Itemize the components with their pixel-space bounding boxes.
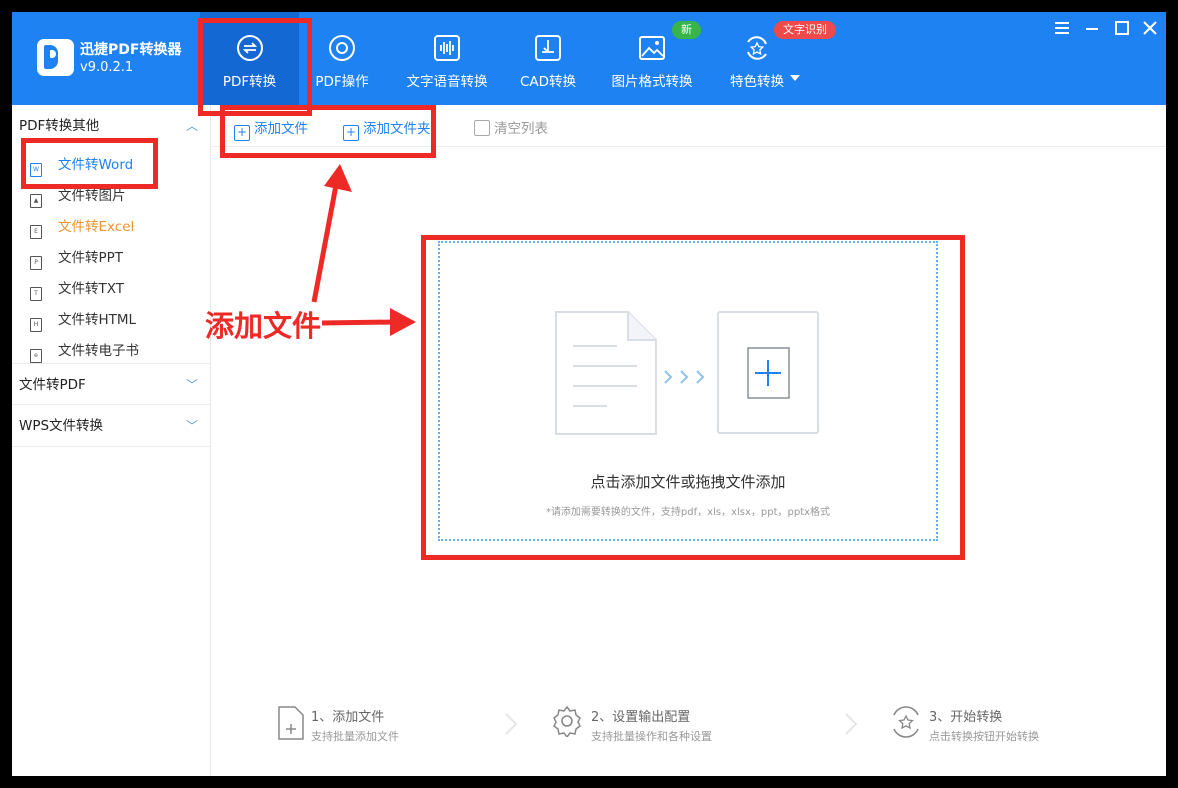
sidebar-group-label: PDF转换其他 [19,118,100,134]
step-2-subtitle: 支持批量操作和各种设置 [591,730,712,743]
step-3-subtitle: 点击转换按钮开始转换 [929,730,1039,743]
txt-file-icon: T [30,287,42,301]
nav-tab-label: 文字语音转换 [406,74,488,90]
clear-list-label: 清空列表 [494,121,548,137]
sidebar-item-to-html[interactable]: H 文件转HTML [30,308,136,332]
app-version: v9.0.2.1 [80,60,134,75]
new-badge: 新 [672,21,701,39]
excel-file-icon: E [30,225,42,239]
top-navigation-bar: 迅捷PDF转换器 v9.0.2.1 PDF转换 PDF操作 文字语音转换 CAD… [12,12,1166,105]
chevron-right-icon [845,713,858,735]
cad-icon [535,35,561,61]
word-file-icon: W [30,163,42,177]
nav-tab-label: PDF转换 [222,74,277,90]
html-file-icon: H [30,318,42,332]
trash-icon [474,120,490,136]
star-refresh-icon [893,706,919,738]
close-icon[interactable] [1140,18,1160,38]
toolbar: + 添加文件 + 添加文件夹 清空列表 [212,105,1166,147]
sidebar: PDF转换其他 ︿ W 文件转Word ▲ 文件转图片 E 文件转Excel P 文件转… [12,105,211,776]
star-refresh-icon [747,36,767,60]
waveform-icon [434,35,460,61]
sidebar-item-to-ppt[interactable]: P 文件转PPT [30,246,123,270]
sidebar-group-to-pdf[interactable]: 文件转PDF ﹀ [12,363,211,405]
nav-tab-cad[interactable]: CAD转换 [512,12,584,105]
add-file-label: 添加文件 [254,121,308,137]
step-1-title: 1、添加文件 [311,710,385,725]
sidebar-item-label: 文件转PPT [58,250,124,266]
step-2-title: 2、设置输出配置 [591,710,691,725]
menu-icon[interactable] [1052,18,1072,38]
image-icon [639,36,665,60]
nav-tab-pdf-operations[interactable]: PDF操作 [302,12,382,105]
sidebar-item-label: 文件转Excel [58,219,135,235]
sidebar-group-label: WPS文件转换 [19,418,104,434]
ocr-badge: 文字识别 [774,21,836,39]
document-to-add-illustration-icon [555,311,819,435]
drop-zone-subtitle: *请添加需要转换的文件，支持pdf，xls，xlsx，ppt，pptx格式 [545,507,831,518]
gear-icon [553,705,581,737]
sidebar-item-to-txt[interactable]: T 文件转TXT [30,277,124,301]
convert-icon [236,35,263,61]
chevron-down-icon: ﹀ [185,419,198,433]
drop-zone-title: 点击添加文件或拖拽文件添加 [590,473,786,491]
settings-circle-icon [329,35,355,61]
step-3-title: 3、开始转换 [929,710,1003,725]
sidebar-item-to-excel[interactable]: E 文件转Excel [30,215,134,239]
sidebar-group-pdf-other[interactable]: PDF转换其他 ︿ [12,105,211,147]
file-drop-zone[interactable]: 点击添加文件或拖拽文件添加 *请添加需要转换的文件，支持pdf，xls，xlsx… [438,241,938,541]
clear-list-button[interactable]: 清空列表 [474,117,548,137]
add-folder-button[interactable]: + 添加文件夹 [343,117,431,141]
sidebar-item-label: 文件转Word [58,157,134,173]
nav-tab-label: PDF操作 [315,74,369,90]
ppt-file-icon: P [30,256,42,270]
ebook-file-icon: e [30,349,42,363]
add-file-step-icon [278,706,304,740]
nav-tab-pdf-convert[interactable]: PDF转换 [200,12,299,105]
sidebar-group-wps[interactable]: WPS文件转换 ﹀ [12,405,211,447]
add-folder-label: 添加文件夹 [363,121,431,137]
sidebar-item-label: 文件转HTML [58,312,137,328]
app-name: 迅捷PDF转换器 [80,42,182,58]
nav-tab-label: 图片格式转换 [611,74,693,90]
annotation-label: 添加文件 [205,309,322,343]
sidebar-group-label: 文件转PDF [19,377,86,393]
minimize-icon[interactable] [1082,18,1102,38]
add-folder-icon: + [343,125,359,141]
sidebar-item-to-ebook[interactable]: e 文件转电子书 [30,339,139,363]
chevron-down-icon[interactable] [790,75,800,81]
chevron-down-icon: ﹀ [185,378,198,392]
add-file-icon: + [234,125,250,141]
chevron-right-icon [505,713,518,735]
sidebar-item-to-image[interactable]: ▲ 文件转图片 [30,184,126,208]
sidebar-item-label: 文件转TXT [58,281,125,297]
maximize-icon[interactable] [1112,18,1132,38]
nav-tab-text-speech[interactable]: 文字语音转换 [397,12,497,105]
nav-tab-label: CAD转换 [519,74,577,90]
sidebar-item-to-word[interactable]: W 文件转Word [30,153,133,177]
chevron-up-icon: ︿ [185,119,198,133]
app-logo-icon [37,39,74,76]
sidebar-item-label: 文件转电子书 [58,343,139,359]
nav-tab-label: 特色转换 [730,74,784,90]
image-file-icon: ▲ [30,194,42,208]
add-file-button[interactable]: + 添加文件 [234,117,308,141]
sidebar-item-label: 文件转图片 [58,188,126,204]
step-1-subtitle: 支持批量添加文件 [311,730,399,743]
app-window: 迅捷PDF转换器 v9.0.2.1 PDF转换 PDF操作 文字语音转换 CAD… [12,12,1166,776]
